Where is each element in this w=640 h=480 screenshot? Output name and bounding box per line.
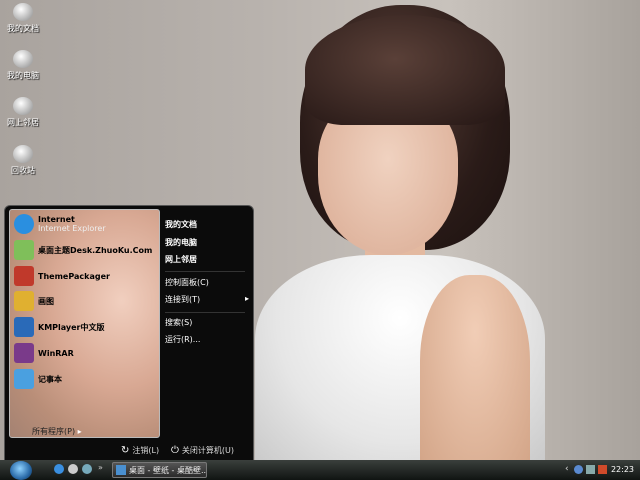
icon-label: 我的文档 bbox=[7, 24, 39, 33]
menu-my-computer[interactable]: 我的电脑 bbox=[165, 237, 197, 248]
program-internet-explorer[interactable]: Internet Internet Explorer bbox=[14, 213, 106, 235]
program-kmplayer[interactable]: KMPlayer中文版 bbox=[14, 316, 105, 338]
quicklaunch-media-icon[interactable] bbox=[68, 464, 78, 474]
documents-icon bbox=[13, 3, 33, 21]
quicklaunch-desktop-icon[interactable] bbox=[82, 464, 92, 474]
start-button[interactable] bbox=[10, 461, 32, 480]
notepad-icon bbox=[14, 369, 34, 389]
tray-app-icon[interactable] bbox=[598, 465, 607, 474]
program-label: WinRAR bbox=[38, 348, 74, 358]
program-label: KMPlayer中文版 bbox=[38, 322, 105, 332]
wallpaper-shoulder bbox=[420, 275, 530, 465]
recycle-bin-icon bbox=[13, 145, 33, 163]
desktop-icon-computer[interactable]: 我的电脑 bbox=[0, 50, 51, 81]
clock[interactable]: 22:23 bbox=[611, 465, 634, 474]
quicklaunch-ie-icon[interactable] bbox=[54, 464, 64, 474]
tray-expand-button[interactable]: ‹ bbox=[565, 464, 569, 474]
wallpaper-bangs bbox=[305, 15, 505, 125]
menu-run[interactable]: 运行(R)... bbox=[165, 334, 200, 345]
menu-network[interactable]: 网上邻居 bbox=[165, 254, 197, 265]
logoff-button[interactable]: ↻ 注销(L) bbox=[121, 445, 159, 456]
taskbar bbox=[0, 460, 640, 480]
submenu-arrow-icon: ▸ bbox=[245, 294, 250, 303]
window-title: 桌面 - 壁纸 - 桌酷壁... bbox=[129, 465, 207, 475]
menu-control-panel[interactable]: 控制面板(C) bbox=[165, 277, 209, 288]
icon-label: 我的电脑 bbox=[7, 71, 39, 80]
desktop-icon-network[interactable]: 网上邻居 bbox=[0, 97, 51, 128]
quicklaunch-more-button[interactable]: » bbox=[98, 463, 103, 472]
window-icon bbox=[116, 465, 126, 475]
icon-label: 网上邻居 bbox=[7, 118, 39, 127]
program-subtitle: Internet Explorer bbox=[38, 224, 106, 233]
program-label: 画图 bbox=[38, 296, 54, 306]
menu-connect-to[interactable]: 连接到(T) bbox=[165, 294, 200, 305]
program-label: ThemePackager bbox=[38, 271, 110, 281]
programs-pane: Internet Internet Explorer 桌面主题Desk.ZhuoK… bbox=[9, 209, 160, 438]
program-label: 记事本 bbox=[38, 374, 62, 384]
logoff-icon: ↻ bbox=[121, 445, 130, 456]
all-programs-button[interactable]: 所有程序(P) ▸ bbox=[32, 426, 82, 437]
program-title: Internet bbox=[38, 215, 75, 224]
taskbar-window-button[interactable]: 桌面 - 壁纸 - 桌酷壁... bbox=[112, 462, 207, 478]
logoff-label: 注销(L) bbox=[132, 446, 160, 455]
menu-my-documents[interactable]: 我的文档 bbox=[165, 219, 197, 230]
program-paint[interactable]: 画图 bbox=[14, 290, 54, 312]
paint-icon bbox=[14, 291, 34, 311]
program-label: 桌面主题Desk.ZhuoKu.Com bbox=[38, 245, 153, 255]
computer-icon bbox=[13, 50, 33, 68]
all-programs-label: 所有程序(P) bbox=[32, 427, 76, 436]
tray-network-icon[interactable] bbox=[574, 465, 583, 474]
program-winrar[interactable]: WinRAR bbox=[14, 342, 74, 364]
ie-icon bbox=[14, 214, 34, 234]
menu-search[interactable]: 搜索(S) bbox=[165, 317, 192, 328]
packager-icon bbox=[14, 266, 34, 286]
desktop-icon-recycle-bin[interactable]: 回收站 bbox=[0, 145, 51, 176]
separator bbox=[165, 271, 245, 272]
winrar-icon bbox=[14, 343, 34, 363]
icon-label: 回收站 bbox=[11, 166, 35, 175]
arrow-right-icon: ▸ bbox=[77, 427, 82, 436]
network-icon bbox=[13, 97, 33, 115]
program-notepad[interactable]: 记事本 bbox=[14, 368, 62, 390]
desktop-icon-documents[interactable]: 我的文档 bbox=[0, 3, 51, 34]
shutdown-label: 关闭计算机(U) bbox=[181, 446, 235, 455]
kmplayer-icon bbox=[14, 317, 34, 337]
start-menu: Internet Internet Explorer 桌面主题Desk.ZhuoK… bbox=[4, 205, 254, 461]
program-desk-theme[interactable]: 桌面主题Desk.ZhuoKu.Com bbox=[14, 239, 152, 261]
separator bbox=[165, 312, 245, 313]
program-themepackager[interactable]: ThemePackager bbox=[14, 265, 110, 287]
theme-icon bbox=[14, 240, 34, 260]
power-icon: ⏻ bbox=[171, 445, 179, 456]
shutdown-button[interactable]: ⏻ 关闭计算机(U) bbox=[171, 445, 234, 456]
tray-volume-icon[interactable] bbox=[586, 465, 595, 474]
